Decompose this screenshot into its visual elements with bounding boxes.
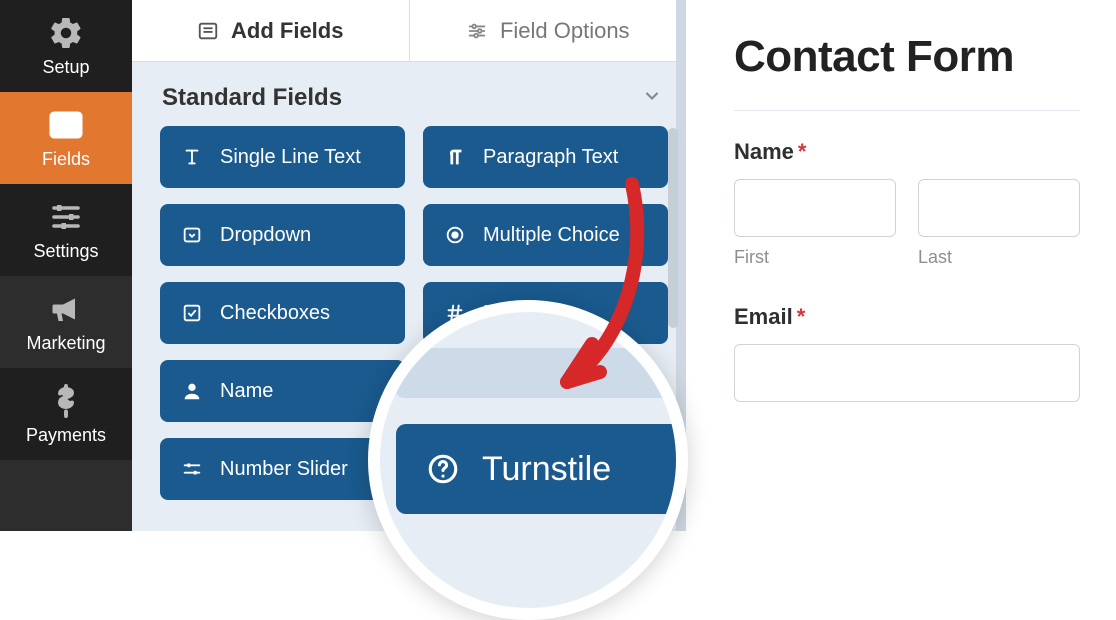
field-label: Number Slider (220, 458, 348, 481)
nav-item-marketing[interactable]: Marketing (0, 276, 132, 368)
field-multiple-choice[interactable]: Multiple Choice (423, 204, 668, 266)
nav-label: Marketing (26, 333, 105, 354)
field-checkboxes[interactable]: Checkboxes (160, 282, 405, 344)
field-label: Paragraph Text (483, 146, 618, 169)
tab-add-fields[interactable]: Add Fields (132, 0, 410, 61)
form-field-name[interactable]: Name* First Last (734, 139, 1080, 268)
form-preview: Contact Form Name* First Last Email* (686, 0, 1116, 531)
first-sublabel: First (734, 247, 896, 268)
collapse-panel-button[interactable] (668, 450, 686, 498)
dollar-icon (48, 383, 84, 419)
tab-label: Field Options (500, 18, 630, 44)
divider (734, 110, 1080, 111)
bullhorn-icon (48, 291, 84, 327)
field-numbers[interactable]: Numbers (423, 282, 668, 344)
field-label: Multiple Choice (483, 224, 620, 247)
field-label: Numbers (483, 302, 564, 325)
scrollbar-thumb[interactable] (668, 128, 678, 328)
panel-tabs: Add Fields Field Options (132, 0, 686, 62)
email-input[interactable] (734, 344, 1080, 402)
field-label: Name (220, 380, 273, 403)
nav-item-setup[interactable]: Setup (0, 0, 132, 92)
field-grid: Single Line Text Paragraph Text Dropdown… (160, 126, 668, 500)
field-dropdown[interactable]: Dropdown (160, 204, 405, 266)
list-icon (48, 107, 84, 143)
fields-panel: Add Fields Field Options Standard Fields (132, 0, 686, 531)
first-name-input[interactable] (734, 179, 896, 237)
paragraph-icon (443, 145, 467, 169)
text-icon (180, 145, 204, 169)
form-icon (197, 20, 219, 42)
form-title: Contact Form (734, 34, 1080, 80)
nav-item-fields[interactable]: Fields (0, 92, 132, 184)
field-name[interactable]: Name (160, 360, 405, 422)
last-name-input[interactable] (918, 179, 1080, 237)
panel-body: Standard Fields Single Line Text Paragra… (132, 62, 686, 531)
radio-icon (443, 223, 467, 247)
gear-icon (48, 15, 84, 51)
last-sublabel: Last (918, 247, 1080, 268)
sliders-icon (48, 199, 84, 235)
required-marker: * (797, 304, 806, 329)
tab-label: Add Fields (231, 18, 343, 44)
label-text: Name (734, 139, 794, 164)
section-title: Standard Fields (162, 84, 342, 112)
form-field-email[interactable]: Email* (734, 304, 1080, 402)
nav-item-payments[interactable]: Payments (0, 368, 132, 460)
dropdown-icon (180, 223, 204, 247)
field-label: Checkboxes (220, 302, 330, 325)
field-label: Dropdown (220, 224, 311, 247)
checkbox-icon (180, 301, 204, 325)
builder-nav: Setup Fields Settings Marketing Payments (0, 0, 132, 531)
field-paragraph-text[interactable]: Paragraph Text (423, 126, 668, 188)
user-icon (180, 379, 204, 403)
field-label: Single Line Text (220, 146, 361, 169)
sliders-icon (466, 20, 488, 42)
hash-icon (443, 301, 467, 325)
required-marker: * (798, 139, 807, 164)
chevron-down-icon (642, 86, 662, 111)
tab-field-options[interactable]: Field Options (410, 0, 687, 61)
nav-label: Payments (26, 425, 106, 446)
email-label: Email* (734, 304, 1080, 330)
name-label: Name* (734, 139, 1080, 165)
field-single-line-text[interactable]: Single Line Text (160, 126, 405, 188)
field-number-slider[interactable]: Number Slider (160, 438, 405, 500)
nav-label: Fields (42, 149, 90, 170)
sliders-icon (180, 457, 204, 481)
label-text: Email (734, 304, 793, 329)
nav-label: Setup (42, 57, 89, 78)
nav-item-settings[interactable]: Settings (0, 184, 132, 276)
nav-label: Settings (33, 241, 98, 262)
section-header[interactable]: Standard Fields (160, 62, 668, 126)
